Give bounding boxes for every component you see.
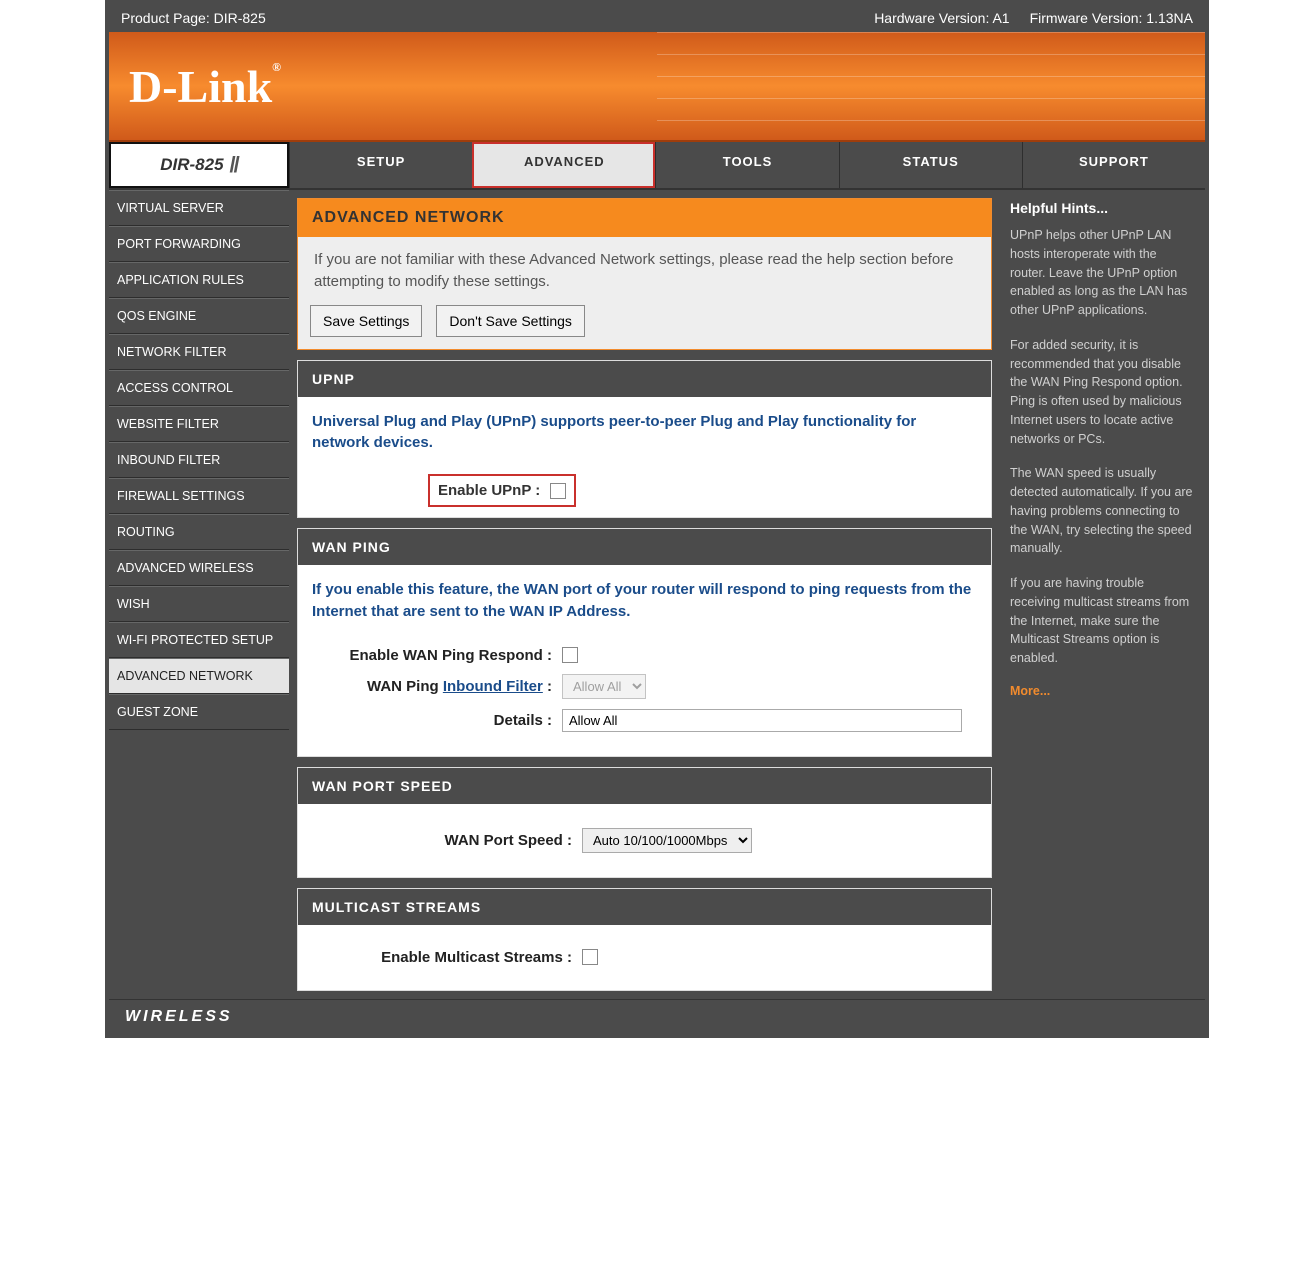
upnp-description: Universal Plug and Play (UPnP) supports …	[312, 411, 977, 455]
sidebar-item-access-control[interactable]: ACCESS CONTROL	[109, 370, 289, 406]
intro-panel: ADVANCED NETWORK If you are not familiar…	[297, 198, 992, 350]
logo-banner: D-Link®	[109, 32, 1205, 142]
sidebar-item-network-filter[interactable]: NETWORK FILTER	[109, 334, 289, 370]
main-content: ADVANCED NETWORK If you are not familiar…	[289, 190, 1000, 999]
sidebar-item-routing[interactable]: ROUTING	[109, 514, 289, 550]
sidebar-item-wish[interactable]: WISH	[109, 586, 289, 622]
wan-ping-filter-label: WAN Ping Inbound Filter :	[312, 678, 562, 695]
sidebar-item-application-rules[interactable]: APPLICATION RULES	[109, 262, 289, 298]
enable-upnp-label: Enable UPnP :	[438, 482, 540, 499]
wan-ping-heading: WAN PING	[298, 529, 991, 565]
tab-support[interactable]: SUPPORT	[1022, 142, 1205, 188]
inbound-filter-link[interactable]: Inbound Filter	[443, 678, 543, 695]
brand-logo: D-Link®	[129, 60, 281, 113]
wan-ping-details-input[interactable]	[562, 709, 962, 732]
tab-advanced[interactable]: ADVANCED	[472, 142, 655, 188]
wan-port-speed-panel: WAN PORT SPEED WAN Port Speed : Auto 10/…	[297, 767, 992, 878]
helpful-hints: Helpful Hints... UPnP helps other UPnP L…	[1000, 190, 1205, 999]
sidebar-item-advanced-wireless[interactable]: ADVANCED WIRELESS	[109, 550, 289, 586]
sidebar-item-firewall-settings[interactable]: FIREWALL SETTINGS	[109, 478, 289, 514]
wan-ping-filter-select[interactable]: Allow All	[562, 674, 646, 699]
hints-more-link[interactable]: More...	[1010, 684, 1050, 698]
sidebar-item-port-forwarding[interactable]: PORT FORWARDING	[109, 226, 289, 262]
tab-tools[interactable]: TOOLS	[655, 142, 838, 188]
wan-port-speed-heading: WAN PORT SPEED	[298, 768, 991, 804]
sidebar-item-guest-zone[interactable]: GUEST ZONE	[109, 694, 289, 730]
footer-label: WIRELESS	[109, 999, 1205, 1034]
dont-save-settings-button[interactable]: Don't Save Settings	[436, 305, 585, 337]
sidebar-item-inbound-filter[interactable]: INBOUND FILTER	[109, 442, 289, 478]
tab-setup[interactable]: SETUP	[289, 142, 472, 188]
hint-multicast: If you are having trouble receiving mult…	[1010, 574, 1195, 668]
hardware-version: Hardware Version: A1	[874, 10, 1009, 26]
hint-upnp: UPnP helps other UPnP LAN hosts interope…	[1010, 226, 1195, 320]
enable-multicast-label: Enable Multicast Streams :	[312, 949, 582, 966]
wan-ping-details-label: Details :	[312, 712, 562, 729]
enable-wan-ping-checkbox[interactable]	[562, 647, 578, 663]
sidebar-item-virtual-server[interactable]: VIRTUAL SERVER	[109, 190, 289, 226]
enable-multicast-checkbox[interactable]	[582, 949, 598, 965]
sidebar-item-website-filter[interactable]: WEBSITE FILTER	[109, 406, 289, 442]
sidebar-item-qos-engine[interactable]: QOS ENGINE	[109, 298, 289, 334]
upnp-panel: UPNP Universal Plug and Play (UPnP) supp…	[297, 360, 992, 519]
wan-port-speed-label: WAN Port Speed :	[312, 832, 582, 849]
wan-port-speed-select[interactable]: Auto 10/100/1000Mbps	[582, 828, 752, 853]
firmware-version: Firmware Version: 1.13NA	[1030, 10, 1193, 26]
hint-wan-speed: The WAN speed is usually detected automa…	[1010, 464, 1195, 558]
enable-upnp-checkbox[interactable]	[550, 483, 566, 499]
wan-ping-description: If you enable this feature, the WAN port…	[312, 579, 977, 623]
enable-wan-ping-label: Enable WAN Ping Respond :	[312, 647, 562, 664]
multicast-panel: MULTICAST STREAMS Enable Multicast Strea…	[297, 888, 992, 991]
top-bar: Product Page: DIR-825 Hardware Version: …	[109, 4, 1205, 32]
wan-ping-panel: WAN PING If you enable this feature, the…	[297, 528, 992, 757]
multicast-heading: MULTICAST STREAMS	[298, 889, 991, 925]
intro-heading: ADVANCED NETWORK	[298, 199, 991, 237]
hint-wan-ping: For added security, it is recommended th…	[1010, 336, 1195, 449]
tab-status[interactable]: STATUS	[839, 142, 1022, 188]
sidebar-item-advanced-network[interactable]: ADVANCED NETWORK	[109, 658, 289, 694]
sidebar: VIRTUAL SERVER PORT FORWARDING APPLICATI…	[109, 190, 289, 999]
hints-heading: Helpful Hints...	[1010, 200, 1195, 216]
model-label: DIR-825//	[109, 142, 289, 188]
upnp-heading: UPNP	[298, 361, 991, 397]
intro-text: If you are not familiar with these Advan…	[298, 237, 991, 305]
product-page-label: Product Page: DIR-825	[121, 10, 266, 26]
main-nav: DIR-825// SETUP ADVANCED TOOLS STATUS SU…	[109, 142, 1205, 190]
sidebar-item-wifi-protected-setup[interactable]: WI-FI PROTECTED SETUP	[109, 622, 289, 658]
save-settings-button[interactable]: Save Settings	[310, 305, 422, 337]
